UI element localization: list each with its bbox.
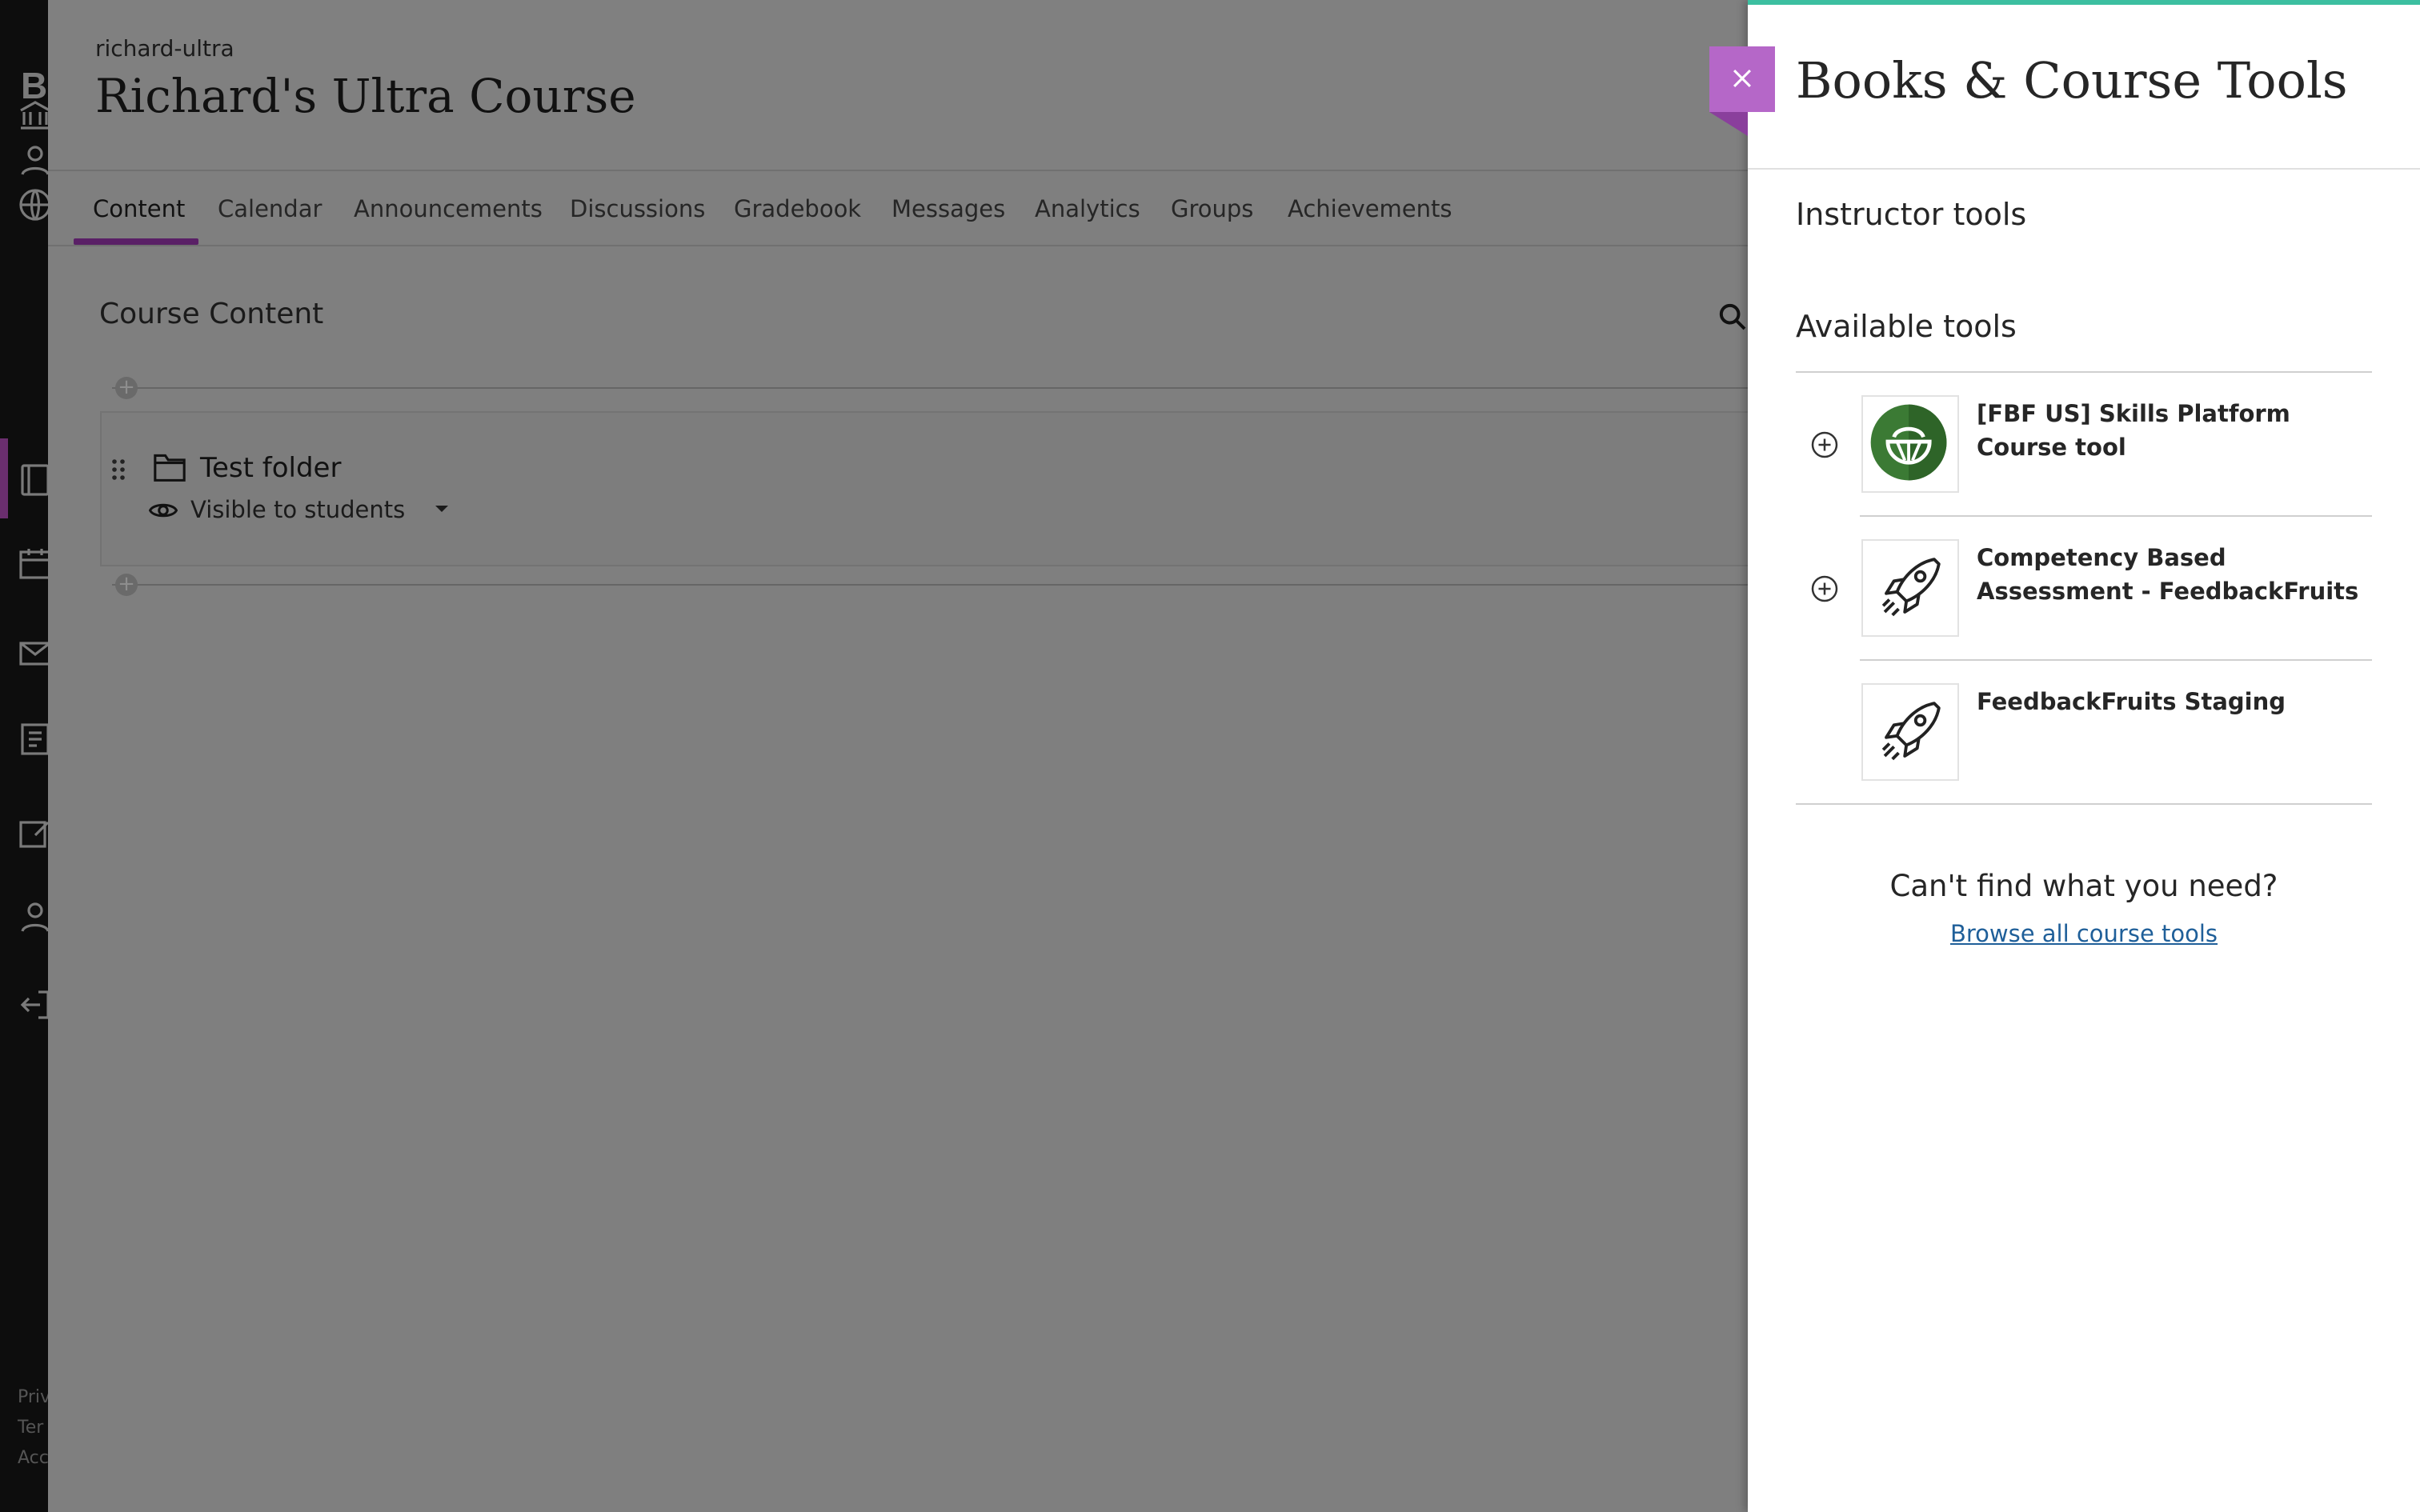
browse-all-tools-link[interactable]: Browse all course tools (1748, 920, 2420, 947)
tool-name[interactable]: Competency Based Assessment - FeedbackFr… (1977, 541, 2377, 608)
tool-name[interactable]: FeedbackFruits Staging (1977, 685, 2377, 718)
tools-icon[interactable] (16, 813, 48, 851)
course-tabs: Content Calendar Announcements Discussio… (48, 171, 1748, 246)
add-content-button[interactable]: + (115, 574, 138, 596)
rocket-icon (1881, 702, 1941, 761)
tab-calendar[interactable]: Calendar (218, 195, 322, 222)
profile-icon[interactable] (16, 141, 48, 179)
tool-divider (1860, 659, 2372, 661)
tab-messages[interactable]: Messages (891, 195, 1005, 222)
messages-icon[interactable] (16, 634, 48, 672)
available-tools-heading: Available tools (1796, 309, 2017, 344)
add-tool-button[interactable] (1809, 429, 1841, 461)
cant-find-heading: Can't find what you need? (1889, 869, 2278, 903)
course-page: richard-ultra Richard's Ultra Course Con… (48, 0, 1749, 1512)
course-content-heading: Course Content (99, 298, 324, 330)
rocket-icon (1881, 558, 1941, 617)
footer-accessibility-link[interactable]: Acc (18, 1448, 48, 1468)
calendar-icon[interactable] (16, 544, 48, 582)
course-id: richard-ultra (95, 35, 234, 62)
course-header: richard-ultra Richard's Ultra Course (48, 0, 1748, 171)
close-panel-button[interactable] (1709, 46, 1775, 112)
tab-discussions[interactable]: Discussions (570, 195, 705, 222)
content-item-title[interactable]: Test folder (200, 452, 341, 484)
panel-title: Books & Course Tools (1796, 51, 2348, 110)
panel-header-divider (1748, 168, 2420, 170)
add-circle-icon (1811, 431, 1838, 458)
instructor-tools-heading: Instructor tools (1796, 197, 2027, 232)
globe-icon[interactable] (16, 186, 48, 224)
add-content-button[interactable]: + (115, 377, 138, 399)
tool-thumbnail (1861, 683, 1959, 781)
footer-terms-link[interactable]: Ter (18, 1418, 43, 1438)
close-tab-fold (1709, 112, 1748, 136)
tab-groups[interactable]: Groups (1171, 195, 1253, 222)
tool-divider (1860, 515, 2372, 517)
tab-gradebook[interactable]: Gradebook (734, 195, 861, 222)
panel-accent-bar (1748, 0, 2420, 5)
search-icon[interactable] (1717, 301, 1749, 333)
signout-icon[interactable] (16, 986, 48, 1024)
drag-handle-icon[interactable] (110, 458, 126, 482)
institution-icon[interactable] (16, 96, 48, 134)
skills-platform-logo-icon (1870, 404, 1947, 481)
add-content-divider (112, 584, 1748, 586)
admin-icon[interactable] (16, 898, 48, 936)
course-title: Richard's Ultra Course (95, 69, 636, 123)
courses-icon[interactable] (16, 461, 48, 499)
tool-name[interactable]: [FBF US] Skills Platform Course tool (1977, 397, 2377, 464)
tab-content[interactable]: Content (93, 195, 185, 222)
global-nav: B Priv Ter Acc (0, 0, 48, 1512)
close-icon (1733, 69, 1752, 87)
tool-thumbnail (1861, 539, 1959, 637)
grades-icon[interactable] (16, 720, 48, 758)
tab-announcements[interactable]: Announcements (354, 195, 543, 222)
books-tools-panel: Books & Course Tools Instructor tools Av… (1709, 0, 2420, 1512)
chevron-down-icon[interactable] (435, 506, 448, 512)
tool-thumbnail (1861, 395, 1959, 493)
nav-active-indicator (0, 438, 8, 518)
visibility-dropdown[interactable]: Visible to students (190, 496, 405, 523)
tab-analytics[interactable]: Analytics (1035, 195, 1140, 222)
tools-list-divider (1796, 371, 2372, 373)
add-tool-button[interactable] (1809, 573, 1841, 605)
tools-list-divider (1796, 803, 2372, 805)
footer-privacy-link[interactable]: Priv (18, 1387, 48, 1407)
active-tab-indicator (74, 238, 198, 245)
folder-icon (152, 451, 187, 483)
content-item-card[interactable] (100, 411, 1749, 566)
add-circle-icon (1811, 575, 1838, 602)
tab-achievements[interactable]: Achievements (1288, 195, 1452, 222)
add-content-divider (112, 387, 1748, 389)
eye-icon (148, 496, 178, 525)
